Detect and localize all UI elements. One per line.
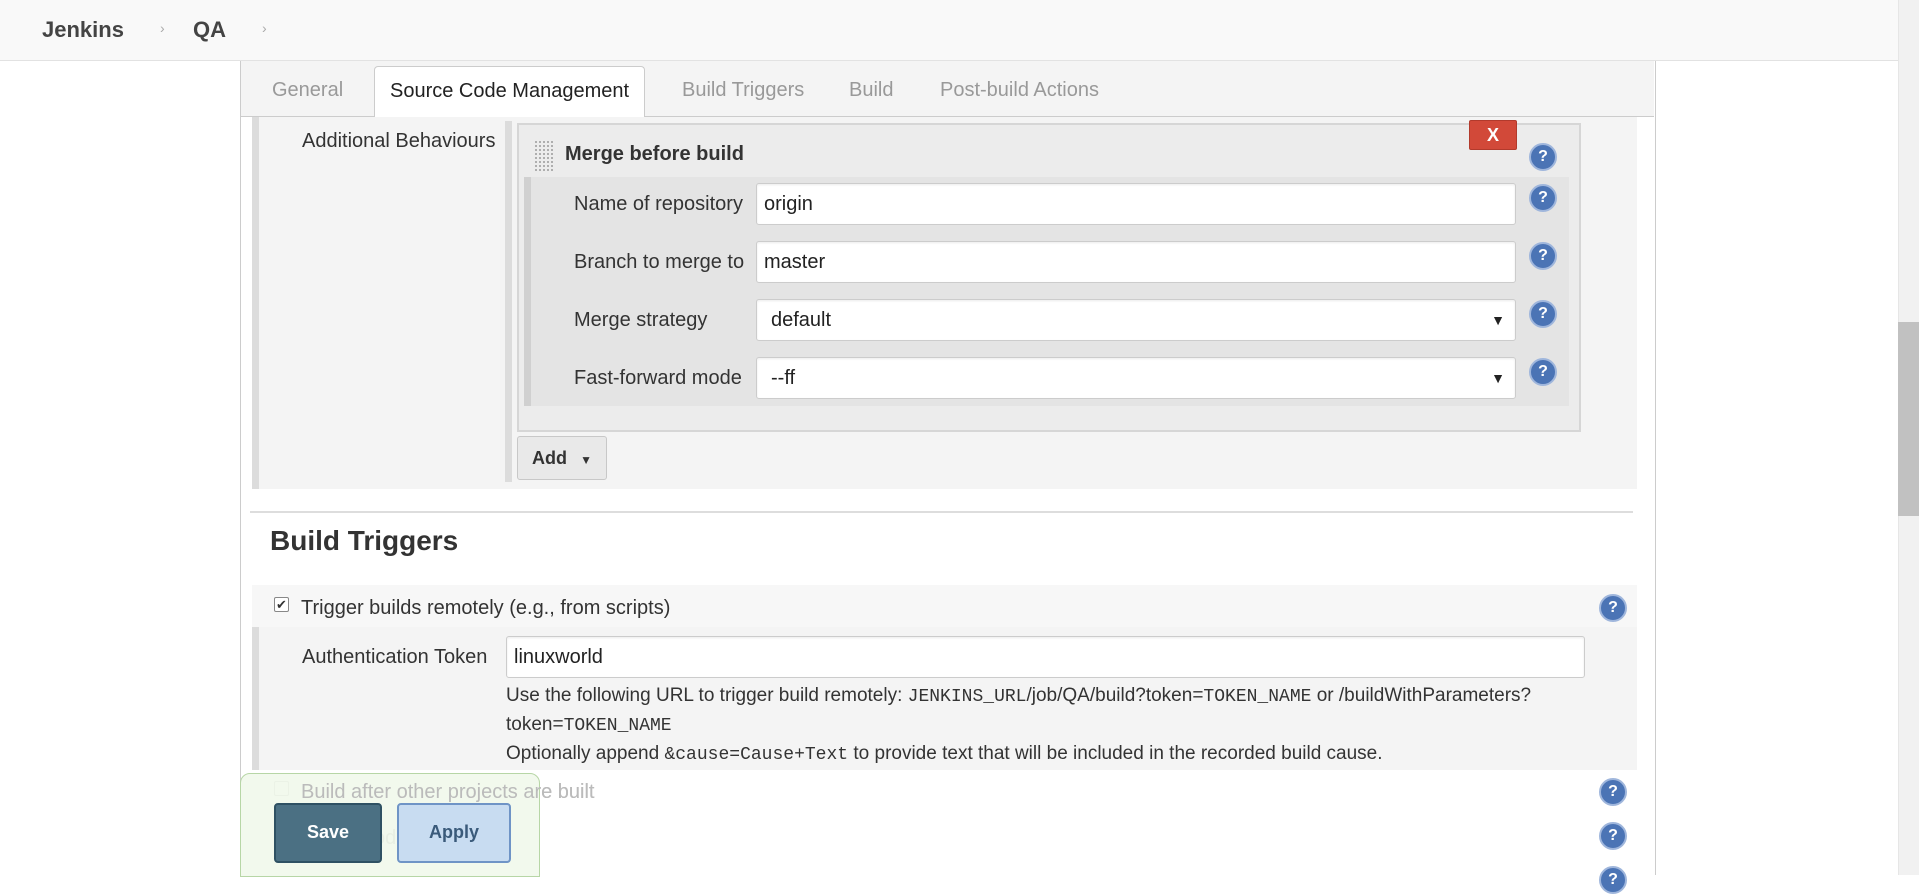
repo-name-label: Name of repository (574, 193, 743, 215)
help-icon[interactable]: ? (1529, 300, 1557, 328)
merge-fields-left-bar (524, 177, 531, 406)
add-behaviour-button[interactable]: Add ▼ (517, 436, 607, 480)
description-text: Optionally append (506, 743, 665, 764)
drag-handle-icon[interactable] (534, 140, 554, 172)
build-triggers-heading: Build Triggers (270, 525, 459, 556)
description-text: or /buildWithParameters? (1311, 685, 1532, 706)
description-line-1: Use the following URL to trigger build r… (506, 682, 1596, 711)
help-icon[interactable]: ? (1599, 822, 1627, 850)
tab-build[interactable]: Build (834, 66, 908, 115)
breadcrumb-separator-icon[interactable]: › (160, 20, 165, 36)
additional-behaviours-label: Additional Behaviours (302, 130, 496, 152)
tab-general[interactable]: General (257, 66, 358, 115)
branch-to-merge-input[interactable]: master (756, 241, 1516, 283)
breadcrumb-bar (0, 0, 1898, 61)
help-icon[interactable]: ? (1529, 184, 1557, 212)
description-text: to provide text that will be included in… (848, 743, 1383, 764)
fast-forward-mode-select[interactable]: --ff ▼ (756, 357, 1516, 399)
merge-strategy-value: default (771, 309, 832, 331)
trigger-remotely-label: Trigger builds remotely (e.g., from scri… (301, 597, 671, 619)
description-code: &cause=Cause+Text (664, 745, 849, 765)
tab-post-build-actions[interactable]: Post-build Actions (925, 66, 1114, 115)
help-icon[interactable]: ? (1599, 594, 1627, 622)
tab-build-triggers[interactable]: Build Triggers (667, 66, 819, 115)
help-icon[interactable]: ? (1529, 358, 1557, 386)
description-line-2: token=TOKEN_NAME (506, 711, 1596, 740)
delete-behaviour-button[interactable]: X (1469, 120, 1517, 150)
merge-strategy-select[interactable]: default ▼ (756, 299, 1516, 341)
fast-forward-mode-label: Fast-forward mode (574, 367, 742, 389)
description-text: token= (506, 714, 564, 735)
dropdown-arrow-icon: ▼ (1491, 312, 1505, 328)
description-code: TOKEN_NAME (563, 716, 672, 736)
section-divider (250, 511, 1633, 513)
add-button-label: Add (532, 448, 568, 468)
section-left-bar (252, 117, 259, 489)
help-icon[interactable]: ? (1529, 143, 1557, 171)
merge-strategy-label: Merge strategy (574, 309, 708, 331)
repo-name-input[interactable]: origin (756, 183, 1516, 225)
save-button[interactable]: Save (274, 803, 382, 863)
description-line-3: Optionally append &cause=Cause+Text to p… (506, 740, 1596, 769)
chevron-down-icon: ▼ (580, 453, 592, 467)
description-text: Use the following URL to trigger build r… (506, 685, 908, 706)
help-icon[interactable]: ? (1529, 242, 1557, 270)
behaviours-left-bar (505, 121, 512, 482)
tab-source-code-management[interactable]: Source Code Management (374, 66, 646, 118)
apply-button[interactable]: Apply (397, 803, 511, 863)
branch-to-merge-label: Branch to merge to (574, 251, 745, 273)
help-icon[interactable]: ? (1599, 778, 1627, 806)
scrollbar-thumb[interactable] (1898, 322, 1919, 516)
auth-token-label: Authentication Token (302, 646, 488, 668)
dropdown-arrow-icon: ▼ (1491, 370, 1505, 386)
help-icon[interactable]: ? (1599, 866, 1627, 894)
remote-trigger-description: Use the following URL to trigger build r… (506, 682, 1596, 769)
fast-forward-mode-value: --ff (771, 367, 796, 389)
breadcrumb-jenkins[interactable]: Jenkins (42, 17, 124, 43)
description-code: TOKEN_NAME (1203, 687, 1312, 707)
description-text: /job/QA/build?token= (1026, 685, 1204, 706)
description-code: JENKINS_URL (907, 687, 1027, 707)
breadcrumb-separator-icon[interactable]: › (262, 20, 267, 36)
trigger-remotely-checkbox[interactable]: ✔ (274, 597, 289, 612)
build-after-other-label-overlay: Build after other projects are built (301, 781, 595, 803)
merge-block-title: Merge before build (565, 143, 744, 165)
auth-token-input[interactable]: linuxworld (506, 636, 1585, 678)
breadcrumb-qa[interactable]: QA (193, 17, 226, 43)
